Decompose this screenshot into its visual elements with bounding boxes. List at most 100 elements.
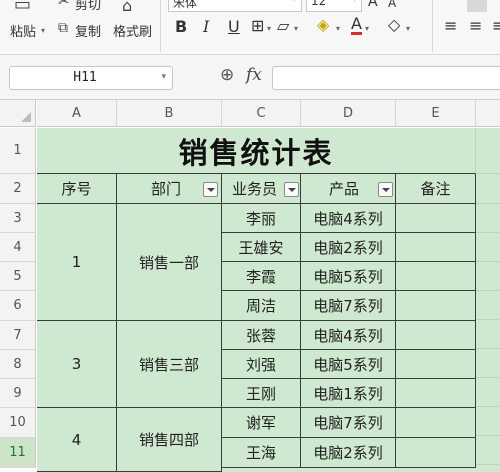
- group-seq-cell[interactable]: 1: [37, 204, 117, 321]
- note-cell[interactable]: [396, 204, 476, 233]
- cut-button[interactable]: 剪切: [75, 0, 101, 13]
- note-cell[interactable]: [396, 262, 476, 291]
- product-cell[interactable]: 电脑4系列: [301, 204, 396, 233]
- align-right-icon[interactable]: ≡: [492, 16, 500, 35]
- header-seq[interactable]: 序号: [37, 174, 117, 204]
- bold-button[interactable]: B: [175, 17, 187, 36]
- product-cell[interactable]: 电脑1系列: [301, 379, 396, 408]
- font-color-button[interactable]: A: [351, 16, 362, 35]
- paste-icon[interactable]: ▭: [14, 0, 31, 15]
- group-dept-cell[interactable]: 销售四部: [117, 408, 222, 472]
- staff-cell[interactable]: 王刚: [222, 379, 301, 408]
- staff-cell[interactable]: 王海: [222, 438, 301, 468]
- note-cell[interactable]: [396, 321, 476, 350]
- filter-dropdown-icon[interactable]: [378, 182, 393, 197]
- header-dept-label: 部门: [151, 180, 182, 198]
- staff-cell[interactable]: 王雄安: [222, 233, 301, 262]
- staff-cell[interactable]: 张蓉: [222, 321, 301, 350]
- row-header-2[interactable]: 2: [0, 174, 36, 204]
- product-cell[interactable]: 电脑7系列: [301, 291, 396, 321]
- product-cell[interactable]: 电脑5系列: [301, 262, 396, 291]
- staff-cell[interactable]: 周洁: [222, 291, 301, 321]
- cell-style-dropdown-icon[interactable]: ▾: [294, 24, 298, 33]
- copy-icon[interactable]: ⧉: [58, 20, 68, 36]
- paste-dropdown-icon[interactable]: ▾: [41, 26, 45, 35]
- align-top-button[interactable]: [467, 0, 487, 12]
- staff-cell[interactable]: 李霞: [222, 262, 301, 291]
- row-header-6[interactable]: 6: [0, 291, 36, 321]
- product-cell[interactable]: 电脑4系列: [301, 321, 396, 350]
- column-f-area[interactable]: [476, 204, 500, 472]
- note-cell[interactable]: [396, 408, 476, 438]
- header-dept[interactable]: 部门: [117, 174, 222, 204]
- format-painter-button[interactable]: 格式刷: [113, 21, 152, 40]
- note-cell[interactable]: [396, 291, 476, 321]
- fill-color-dropdown-icon[interactable]: ▾: [336, 24, 340, 33]
- staff-cell[interactable]: 刘强: [222, 350, 301, 379]
- group-seq-cell[interactable]: 3: [37, 321, 117, 408]
- column-header-e[interactable]: E: [396, 100, 476, 127]
- column-header-c[interactable]: C: [222, 100, 301, 127]
- select-all-corner[interactable]: [0, 100, 36, 127]
- clear-format-icon[interactable]: ◇: [388, 15, 400, 34]
- cell-f1[interactable]: [476, 128, 500, 174]
- note-cell[interactable]: [396, 350, 476, 379]
- column-header-f[interactable]: [476, 100, 500, 127]
- column-header-d[interactable]: D: [301, 100, 396, 127]
- cell-f2[interactable]: [476, 174, 500, 204]
- row-header-10[interactable]: 10: [0, 408, 36, 438]
- select-all-icon: [21, 112, 31, 122]
- cut-icon[interactable]: ✂: [58, 0, 70, 10]
- underline-button[interactable]: U: [228, 17, 240, 36]
- column-header-b[interactable]: B: [117, 100, 222, 127]
- name-box[interactable]: H11 ▾: [9, 66, 173, 90]
- product-cell[interactable]: 电脑2系列: [301, 233, 396, 262]
- row-header-8[interactable]: 8: [0, 350, 36, 379]
- product-cell[interactable]: 电脑7系列: [301, 408, 396, 438]
- align-left-icon[interactable]: ≡: [444, 16, 457, 35]
- zoom-icon[interactable]: ⊕: [220, 65, 234, 85]
- row-header-11[interactable]: 11: [0, 438, 36, 468]
- font-size-select[interactable]: 12 ▾: [306, 0, 362, 12]
- note-cell[interactable]: [396, 438, 476, 468]
- group-dept-cell[interactable]: 销售三部: [117, 321, 222, 408]
- header-note[interactable]: 备注: [396, 174, 476, 204]
- sheet-title[interactable]: 销售统计表: [37, 128, 476, 174]
- fill-color-icon[interactable]: ◈: [317, 15, 329, 34]
- borders-icon[interactable]: ⊞: [251, 16, 264, 35]
- filter-dropdown-icon[interactable]: [203, 182, 218, 197]
- note-cell[interactable]: [396, 233, 476, 262]
- header-staff[interactable]: 业务员: [222, 174, 301, 204]
- group-dept-cell[interactable]: 销售一部: [117, 204, 222, 321]
- format-painter-icon[interactable]: ⌂: [122, 0, 132, 15]
- decrease-font-button[interactable]: A: [388, 0, 396, 10]
- column-header-a[interactable]: A: [37, 100, 117, 127]
- row-header-1[interactable]: 1: [0, 128, 36, 174]
- italic-button[interactable]: I: [203, 17, 209, 36]
- increase-font-button[interactable]: A: [368, 0, 378, 10]
- chevron-down-icon[interactable]: ▾: [161, 72, 166, 82]
- font-color-dropdown-icon[interactable]: ▾: [365, 24, 369, 33]
- font-name-select[interactable]: 宋体 ▾: [168, 0, 302, 12]
- copy-button[interactable]: 复制: [75, 21, 101, 40]
- product-cell[interactable]: 电脑2系列: [301, 438, 396, 468]
- row-header-7[interactable]: 7: [0, 321, 36, 350]
- staff-cell[interactable]: 谢军: [222, 408, 301, 438]
- header-product[interactable]: 产品: [301, 174, 396, 204]
- row-header-9[interactable]: 9: [0, 379, 36, 408]
- cell-style-icon[interactable]: ▱: [277, 16, 289, 35]
- fx-icon[interactable]: fx: [246, 65, 262, 85]
- clear-format-dropdown-icon[interactable]: ▾: [406, 24, 410, 33]
- paste-button[interactable]: 粘贴: [10, 21, 36, 40]
- filter-dropdown-icon[interactable]: [284, 182, 299, 197]
- borders-dropdown-icon[interactable]: ▾: [267, 24, 271, 33]
- group-seq-cell[interactable]: 4: [37, 408, 117, 472]
- row-header-3[interactable]: 3: [0, 204, 36, 233]
- note-cell[interactable]: [396, 379, 476, 408]
- row-header-4[interactable]: 4: [0, 233, 36, 262]
- formula-input[interactable]: [272, 66, 500, 90]
- align-center-icon[interactable]: ≡: [469, 16, 482, 35]
- product-cell[interactable]: 电脑5系列: [301, 350, 396, 379]
- staff-cell[interactable]: 李丽: [222, 204, 301, 233]
- row-header-5[interactable]: 5: [0, 262, 36, 291]
